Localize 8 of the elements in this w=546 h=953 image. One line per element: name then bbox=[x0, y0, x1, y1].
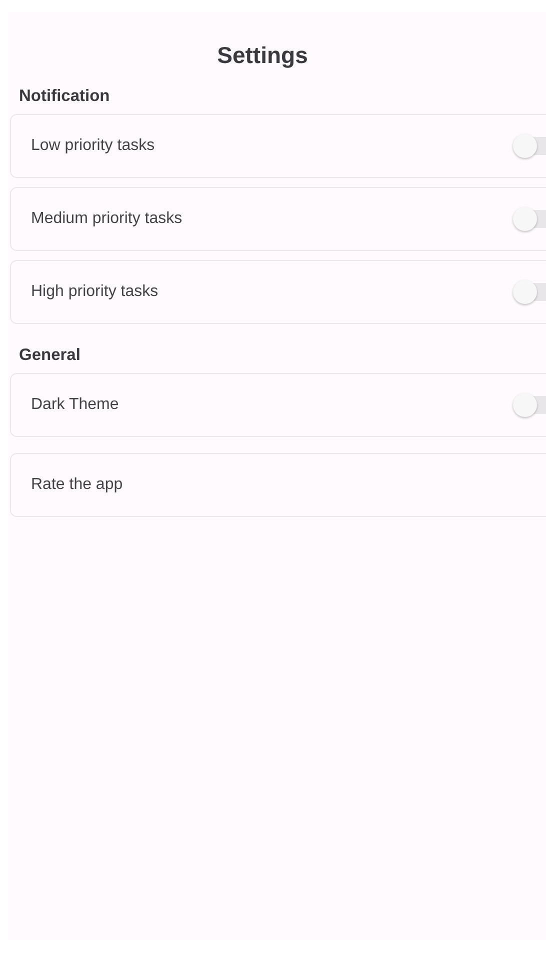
setting-button[interactable]: Rate the app bbox=[10, 453, 546, 517]
section-heading: Notification bbox=[19, 86, 111, 106]
page-title: Settings bbox=[217, 42, 309, 68]
section-heading: General bbox=[19, 345, 82, 365]
setting-label: Medium priority tasks bbox=[31, 210, 182, 228]
setting-label: Dark Theme bbox=[31, 396, 119, 414]
setting-label: Low priority tasks bbox=[31, 137, 155, 155]
setting-label: High priority tasks bbox=[31, 283, 158, 301]
